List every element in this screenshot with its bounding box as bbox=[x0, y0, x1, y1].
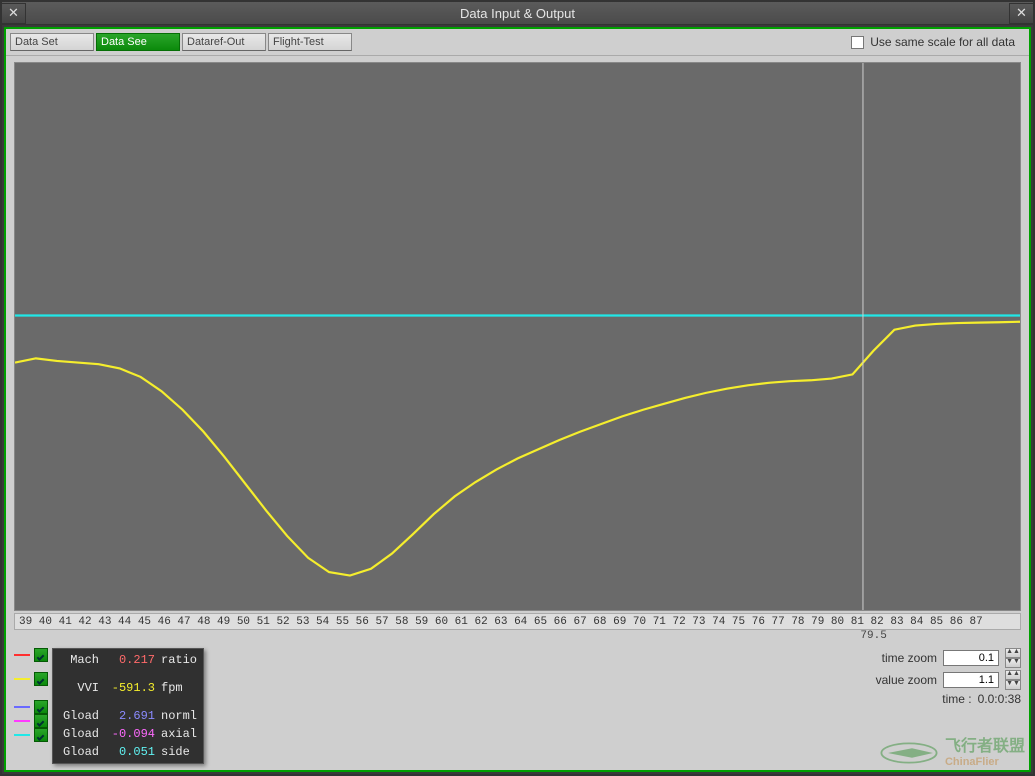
legend-row-vvi: VVI -591.3 fpm bbox=[57, 679, 199, 697]
zoom-controls: time zoom ▲▲ ▼▼ value zoom ▲▲ ▼▼ bbox=[876, 648, 1021, 764]
x-axis-ticks: 39 40 41 42 43 44 45 46 47 48 49 50 51 5… bbox=[14, 613, 1021, 630]
close-button-right[interactable]: ✕ bbox=[1009, 3, 1033, 24]
value-zoom-input[interactable] bbox=[943, 672, 999, 688]
titlebar: ✕ Data Input & Output ✕ bbox=[2, 2, 1033, 25]
toggle-gload-norml[interactable] bbox=[34, 700, 48, 714]
tab-flight-test[interactable]: Flight-Test bbox=[268, 33, 352, 51]
swatch-vvi bbox=[14, 678, 30, 680]
close-button-left[interactable]: ✕ bbox=[2, 3, 26, 24]
time-zoom-label: time zoom bbox=[882, 651, 937, 665]
legend-row-gload-norml: Gload 2.691 norml bbox=[57, 707, 199, 725]
tab-data-set[interactable]: Data Set bbox=[10, 33, 94, 51]
cursor-x-value: 79.5 bbox=[860, 630, 886, 642]
chart-canvas bbox=[15, 63, 1020, 610]
same-scale-option[interactable]: Use same scale for all data bbox=[851, 35, 1025, 49]
time-zoom-input[interactable] bbox=[943, 650, 999, 666]
swatch-gload-axial bbox=[14, 720, 30, 722]
time-label: time : bbox=[942, 692, 971, 706]
window-title: Data Input & Output bbox=[2, 6, 1033, 21]
bottom-panel: Mach 0.217 ratio VVI -591.3 fpm Gload 2.… bbox=[14, 648, 1021, 764]
checkbox-icon[interactable] bbox=[851, 36, 864, 49]
time-value: 0.0:0:38 bbox=[978, 692, 1021, 706]
swatch-gload-side bbox=[14, 734, 30, 736]
toggle-mach[interactable] bbox=[34, 648, 48, 662]
workarea: Data Set Data See Dataref-Out Flight-Tes… bbox=[4, 27, 1031, 772]
toggle-gload-side[interactable] bbox=[34, 728, 48, 742]
tab-dataref-out[interactable]: Dataref-Out bbox=[182, 33, 266, 51]
tab-bar: Data Set Data See Dataref-Out Flight-Tes… bbox=[6, 29, 1029, 56]
toggle-vvi[interactable] bbox=[34, 672, 48, 686]
legend-row-mach: Mach 0.217 ratio bbox=[57, 651, 199, 669]
legend-row-gload-axial: Gload -0.094 axial bbox=[57, 725, 199, 743]
time-zoom-down[interactable]: ▼▼ bbox=[1005, 658, 1021, 668]
time-zoom-up[interactable]: ▲▲ bbox=[1005, 648, 1021, 658]
plot-area[interactable] bbox=[14, 62, 1021, 611]
value-zoom-label: value zoom bbox=[876, 673, 937, 687]
legend-box: Mach 0.217 ratio VVI -591.3 fpm Gload 2.… bbox=[52, 648, 204, 764]
swatch-gload-norml bbox=[14, 706, 30, 708]
tab-data-see[interactable]: Data See bbox=[96, 33, 180, 51]
same-scale-label: Use same scale for all data bbox=[870, 35, 1015, 49]
value-zoom-down[interactable]: ▼▼ bbox=[1005, 680, 1021, 690]
swatch-mach bbox=[14, 654, 30, 656]
legend-row-gload-side: Gload 0.051 side bbox=[57, 743, 199, 761]
value-zoom-up[interactable]: ▲▲ bbox=[1005, 670, 1021, 680]
toggle-gload-axial[interactable] bbox=[34, 714, 48, 728]
cursor-readout: 79.5 bbox=[14, 630, 1021, 644]
